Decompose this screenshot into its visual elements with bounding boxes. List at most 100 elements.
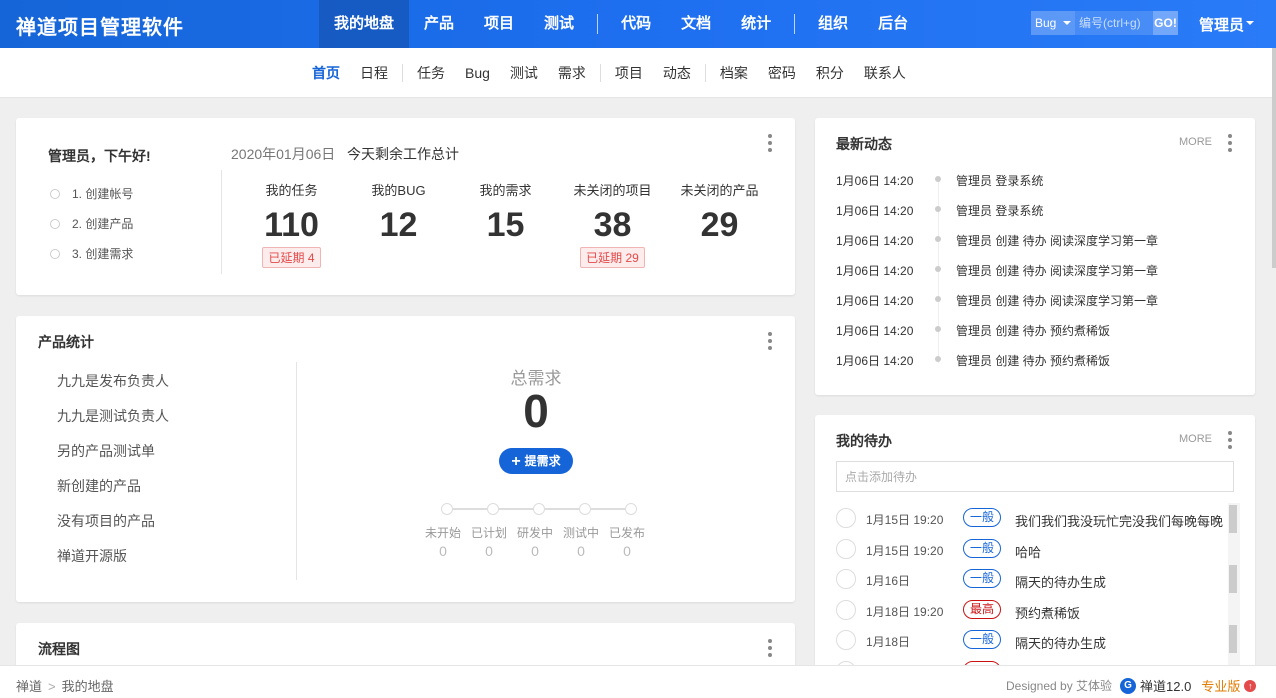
breadcrumb-home[interactable]: 禅道	[16, 679, 42, 694]
panel-menu-icon[interactable]	[1228, 431, 1232, 449]
footer: 禅道 > 我的地盘 Designed by 艾体验 G 禅道12.0 专业版 ↑	[0, 665, 1276, 698]
todo-date: 1月15日 19:20	[866, 513, 944, 527]
todo-date: 1月18日 19:20	[866, 604, 944, 619]
step-circle-icon	[50, 219, 60, 229]
main-nav-item-doc[interactable]: 文档	[666, 0, 726, 48]
scroll-thumb[interactable]	[1229, 625, 1237, 653]
step-create-account[interactable]: 1. 创建帐号	[48, 186, 133, 216]
version-label[interactable]: 禅道12.0	[1140, 676, 1191, 695]
product-item[interactable]: 禅道开源版	[57, 546, 169, 581]
stat-my-stories[interactable]: 我的需求 15	[452, 180, 559, 245]
plus-icon: +	[511, 453, 521, 470]
stat-open-products[interactable]: 未关闭的产品 29	[666, 180, 773, 245]
main-nav-item-product[interactable]: 产品	[409, 0, 469, 48]
designed-by[interactable]: Designed by 艾体验	[1006, 677, 1112, 694]
product-item[interactable]: 九九是测试负责人	[57, 406, 169, 441]
sub-nav-item-calendar[interactable]: 日程	[350, 63, 398, 83]
panel-menu-icon[interactable]	[768, 639, 772, 657]
stage-label: 未开始	[424, 526, 461, 540]
timeline-dot	[935, 296, 941, 302]
more-link[interactable]: MORE	[1179, 136, 1212, 148]
sub-nav-item-project[interactable]: 项目	[605, 63, 653, 83]
sub-nav-item-profile[interactable]: 档案	[710, 63, 758, 83]
edition-label[interactable]: 专业版	[1201, 676, 1240, 695]
todo-name[interactable]: 我们我们我没玩忙完没我们每晚每晚	[1015, 511, 1225, 530]
stat-value: 15	[486, 206, 525, 244]
todo-scrollbar[interactable]	[1228, 503, 1240, 673]
product-item[interactable]: 九九是发布负责人	[57, 371, 169, 406]
sub-nav-item-bug[interactable]: Bug	[455, 65, 500, 81]
step-create-product[interactable]: 2. 创建产品	[48, 216, 133, 246]
panel-menu-icon[interactable]	[1228, 134, 1232, 152]
sub-nav-item-index[interactable]: 首页	[302, 63, 350, 83]
todo-checkbox[interactable]	[836, 599, 856, 620]
breadcrumb-current[interactable]: 我的地盘	[62, 679, 114, 694]
product-item[interactable]: 没有项目的产品	[57, 511, 169, 546]
todo-checkbox[interactable]	[836, 569, 856, 589]
todo-name[interactable]: 隔天的待办生成	[1015, 633, 1225, 652]
stat-open-projects[interactable]: 未关闭的项目 38 已延期 29	[559, 180, 666, 268]
add-todo-input[interactable]	[836, 461, 1234, 492]
dynamic-content[interactable]: 管理员 登录系统	[956, 202, 1043, 219]
greeting: 管理员，下午好!	[48, 148, 151, 164]
stage-dot	[441, 503, 453, 515]
step-circle-icon	[50, 249, 60, 259]
todo-checkbox[interactable]	[836, 630, 856, 650]
total-story-value: 0	[523, 385, 549, 437]
dynamic-content[interactable]: 管理员 创建 待办 阅读深度学习第一章	[956, 262, 1158, 279]
divider	[221, 170, 222, 274]
user-menu[interactable]: 管理员	[1199, 14, 1255, 35]
main-nav-item-report[interactable]: 统计	[726, 0, 786, 48]
todo-item: 1月18日 19:20 最高 预约煮稀饭	[836, 595, 1224, 626]
breadcrumb: 禅道 > 我的地盘	[16, 676, 114, 695]
todo-name[interactable]: 隔天的待办生成	[1015, 572, 1225, 591]
sub-nav-item-contacts[interactable]: 联系人	[854, 63, 916, 83]
dynamic-content[interactable]: 管理员 创建 待办 阅读深度学习第一章	[956, 292, 1158, 309]
stat-my-bugs[interactable]: 我的BUG 12	[345, 180, 452, 245]
scroll-thumb[interactable]	[1229, 505, 1237, 533]
todo-checkbox[interactable]	[836, 508, 856, 528]
todo-checkbox[interactable]	[836, 538, 856, 559]
dynamic-content[interactable]: 管理员 创建 待办 预约煮稀饭	[956, 352, 1110, 369]
main-nav-item-my[interactable]: 我的地盘	[319, 0, 410, 48]
search-input[interactable]	[1075, 11, 1153, 35]
stage-testing: 测试中 0	[558, 524, 604, 559]
dynamic-content[interactable]: 管理员 创建 待办 预约煮稀饭	[956, 322, 1110, 339]
sub-nav-item-score[interactable]: 积分	[806, 63, 854, 83]
upgrade-arrow-icon[interactable]: ↑	[1244, 679, 1257, 692]
main-nav-item-project[interactable]: 项目	[469, 0, 529, 48]
sub-nav-item-password[interactable]: 密码	[758, 63, 806, 83]
main-nav-item-company[interactable]: 组织	[803, 0, 863, 48]
sub-nav-item-testtask[interactable]: 测试	[500, 63, 548, 83]
panel-menu-icon[interactable]	[768, 332, 772, 350]
page-scrollbar[interactable]	[1272, 48, 1276, 268]
panel-menu-icon[interactable]	[768, 134, 772, 152]
dynamic-content[interactable]: 管理员 创建 待办 阅读深度学习第一章	[956, 232, 1158, 249]
panel-title: 最新动态	[836, 136, 892, 152]
todo-name[interactable]: 哈哈	[1015, 542, 1225, 561]
stat-label: 未关闭的项目	[573, 183, 652, 198]
search-go-button[interactable]: GO!	[1153, 11, 1178, 35]
more-link[interactable]: MORE	[1179, 433, 1212, 445]
main-nav-item-test[interactable]: 测试	[529, 0, 589, 48]
scroll-thumb[interactable]	[1229, 565, 1237, 593]
step-label: 2. 创建产品	[72, 217, 134, 231]
stage-released: 已发布 0	[604, 524, 650, 559]
step-create-story[interactable]: 3. 创建需求	[48, 246, 133, 276]
search-type-select[interactable]: Bug	[1031, 11, 1075, 35]
dynamic-content[interactable]: 管理员 登录系统	[956, 172, 1043, 189]
main-nav-item-admin[interactable]: 后台	[863, 0, 923, 48]
sub-nav-item-dynamic[interactable]: 动态	[653, 63, 701, 83]
stat-my-tasks[interactable]: 我的任务 110 已延期 4	[238, 180, 345, 268]
stage-dot	[487, 503, 499, 515]
stage-value: 0	[485, 543, 493, 559]
add-story-button[interactable]: + 提需求	[499, 448, 573, 474]
product-item[interactable]: 新创建的产品	[57, 476, 169, 511]
todo-name[interactable]: 预约煮稀饭	[1015, 603, 1225, 622]
sub-nav-item-story[interactable]: 需求	[548, 63, 596, 83]
app-brand[interactable]: 禅道项目管理软件	[16, 11, 184, 40]
nav-divider	[597, 14, 599, 34]
sub-nav-item-task[interactable]: 任务	[407, 63, 455, 83]
product-item[interactable]: 另的产品测试单	[57, 441, 169, 476]
main-nav-item-code[interactable]: 代码	[606, 0, 666, 48]
